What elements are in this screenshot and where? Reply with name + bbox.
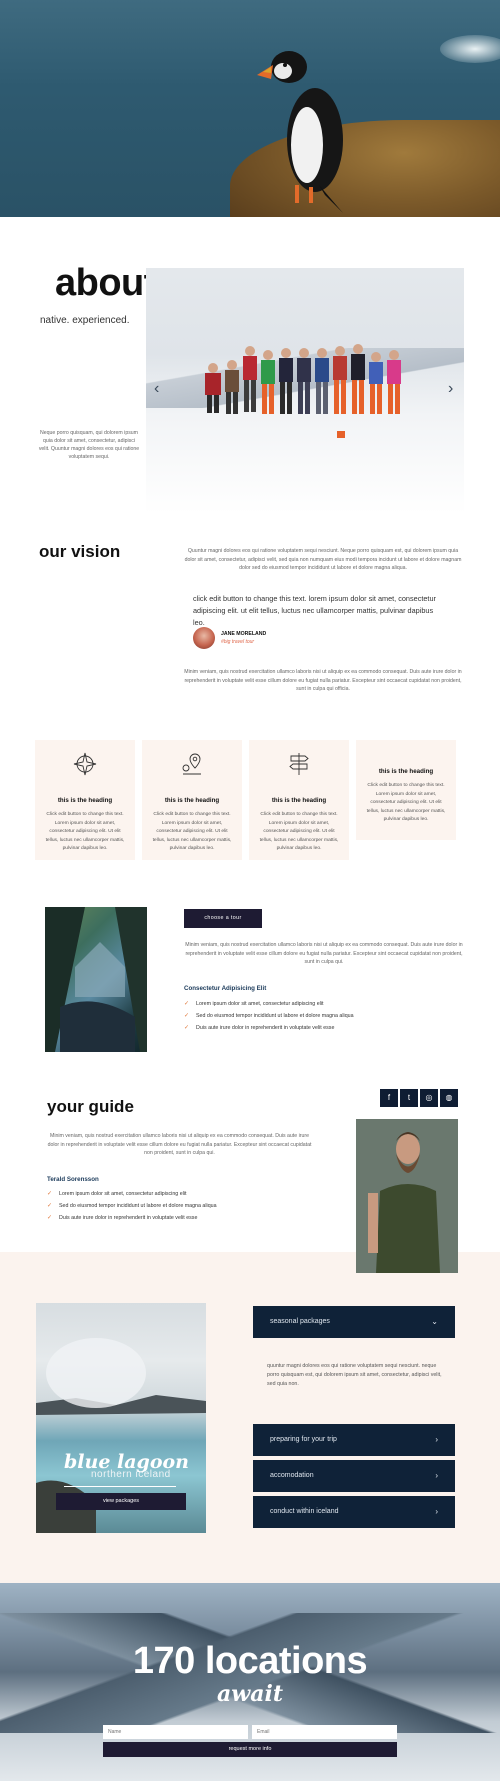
feature-card-1: this is the heading Click edit button to… [35,740,135,860]
tour-list-title: Consectetur Adipisicing Elit [184,985,267,992]
vision-title: our vision [39,542,121,561]
hero-image [0,0,500,217]
instagram-icon[interactable]: ◎ [420,1089,438,1107]
slider-next-arrow[interactable]: › [448,380,453,398]
accordion-accomodation[interactable]: accomodation › [253,1460,455,1492]
author-name: JANE MORELAND [221,631,267,637]
view-packages-button[interactable]: view packages [56,1493,186,1510]
map-pin-icon [182,753,201,775]
guide-photo [356,1119,458,1273]
list-item: ✓ Lorem ipsum dolor sit amet, consectetur… [184,998,474,1010]
author-avatar [193,627,215,649]
check-icon: ✓ [47,1215,53,1221]
about-text: Neque porro quisquam, qui dolorem ipsum … [38,430,140,460]
request-info-button[interactable]: request more info [103,1742,397,1757]
team-photo-slider[interactable]: ‹ › [146,268,464,514]
card-text: Click edit button to change this text. L… [152,812,232,851]
list-item: ✓ Duis aute irure dolor in reprehenderit … [47,1212,317,1224]
locations-title: 170 locations [132,1640,368,1682]
accordion-label: accomodation [270,1472,314,1479]
tour-checklist: ✓ Lorem ipsum dolor sit amet, consectetur… [184,998,474,1034]
email-input[interactable] [252,1725,397,1739]
author-role: #big travel tour [221,639,255,645]
list-item: ✓ Sed do eiusmod tempor incididunt ut lab… [47,1200,317,1212]
card-text: Click edit button to change this text. L… [45,812,125,851]
check-icon: ✓ [184,1013,190,1019]
check-icon: ✓ [184,1001,190,1007]
accordion-label: seasonal packages [270,1318,330,1325]
twitter-icon[interactable]: t [400,1089,418,1107]
guide-text: Minim veniam, quis nostrud exercitation … [47,1133,312,1156]
hikers-group-photo [205,344,401,438]
lagoon-subtitle: northern iceland [91,1469,171,1480]
accordion-label: conduct within iceland [270,1508,339,1515]
guide-name: Terald Sorensson [47,1176,99,1183]
accordion-label: preparing for your trip [270,1436,337,1443]
list-item: ✓ Sed do eiusmod tempor incididunt ut lab… [184,1010,474,1022]
card-heading: this is the heading [57,797,113,804]
accordion-content: quuntur magni dolores eos qui ratione vo… [267,1363,442,1387]
check-icon: ✓ [47,1203,53,1209]
facebook-icon[interactable]: f [380,1089,398,1107]
blue-lagoon-card: blue lagoon northern iceland view packag… [36,1303,206,1533]
card-text: Click edit button to change this text. L… [259,812,339,851]
card-text: Click edit button to change this text. L… [366,783,446,822]
check-icon: ✓ [47,1191,53,1197]
about-subtitle: native. experienced. [40,315,130,326]
tour-text: Minim veniam, quis nostrud exercitation … [185,942,463,965]
divider [64,1486,176,1487]
card-heading: this is the heading [271,797,327,804]
chevron-right-icon: › [435,1471,438,1480]
accordion-conduct-iceland[interactable]: conduct within iceland › [253,1496,455,1528]
guide-checklist: ✓ Lorem ipsum dolor sit amet, consectetur… [47,1188,317,1224]
tent-photo [45,907,147,1052]
accordion-preparing-trip[interactable]: preparing for your trip › [253,1424,455,1456]
name-input[interactable] [103,1725,248,1739]
check-icon: ✓ [184,1025,190,1031]
accordion-seasonal-packages[interactable]: seasonal packages ⌄ [253,1306,455,1338]
chevron-down-icon: ⌄ [431,1317,438,1326]
card-heading: this is the heading [378,768,434,775]
globe-icon[interactable]: ◍ [440,1089,458,1107]
choose-tour-button[interactable]: choose a tour [184,909,262,928]
slider-prev-arrow[interactable]: ‹ [154,380,159,398]
vision-quote: click edit button to change this text. l… [193,594,436,627]
vision-paragraph-1: Quuntur magni dolores eos qui ratione vo… [184,548,462,571]
guide-title: your guide [47,1097,134,1116]
chevron-right-icon: › [435,1507,438,1516]
feature-card-2: this is the heading Click edit button to… [142,740,242,860]
list-item: ✓ Duis aute irure dolor in reprehenderit … [184,1022,474,1034]
await-script: await [217,1681,283,1707]
compass-icon [73,752,97,776]
feature-card-3: this is the heading Click edit button to… [249,740,349,860]
card-heading: this is the heading [164,797,220,804]
list-item: ✓ Lorem ipsum dolor sit amet, consectetur… [47,1188,317,1200]
sea-foam [440,35,500,63]
vision-paragraph-2: Minim veniam, quis nostrud exercitation … [184,669,462,692]
bearded-man-illustration [356,1119,458,1273]
tent-view-illustration [45,907,147,1052]
feature-card-4: this is the heading Click edit button to… [356,740,456,840]
chevron-right-icon: › [435,1435,438,1444]
puffin-illustration [257,51,343,213]
about-title: about [55,262,156,304]
signpost-icon [289,753,309,775]
